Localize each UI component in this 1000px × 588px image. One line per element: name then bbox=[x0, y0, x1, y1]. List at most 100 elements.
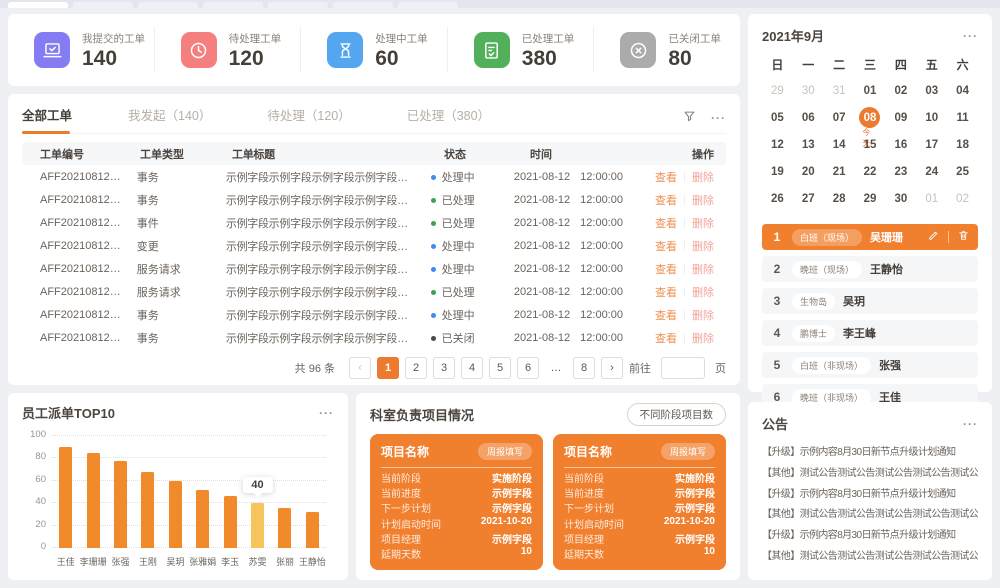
next-page-button[interactable]: › bbox=[601, 357, 623, 379]
filter-icon[interactable] bbox=[682, 109, 697, 127]
calendar-day[interactable]: 24 bbox=[916, 158, 947, 185]
calendar-day[interactable]: 16 bbox=[885, 131, 916, 158]
prev-page-button[interactable]: ‹ bbox=[349, 357, 371, 379]
goto-page-input[interactable] bbox=[661, 357, 705, 379]
calendar-day[interactable]: 06 bbox=[793, 104, 824, 131]
table-row[interactable]: AFF202108120001变更示例字段示例字段示例字段示例字段示例字段处理中… bbox=[22, 234, 726, 257]
stage-count-button[interactable]: 不同阶段项目数 bbox=[627, 403, 727, 426]
table-row[interactable]: AFF202108120001事务示例字段示例字段示例字段示例字段示例字段处理中… bbox=[22, 303, 726, 326]
stat-card[interactable]: 处理中工单60 bbox=[300, 27, 447, 73]
view-link[interactable]: 查看 bbox=[655, 218, 677, 230]
bar-张雅娟[interactable] bbox=[196, 490, 209, 548]
weekly-report-badge[interactable]: 周报填写 bbox=[478, 443, 532, 460]
orders-tab-2[interactable]: 待处理（120） bbox=[267, 102, 350, 134]
bar-苏雯[interactable] bbox=[251, 503, 264, 548]
more-icon[interactable]: ··· bbox=[963, 418, 978, 430]
announcement-item[interactable]: 【升级】示例内容8月30日新节点升级计划通知 bbox=[762, 526, 978, 541]
view-link[interactable]: 查看 bbox=[655, 287, 677, 299]
calendar-day[interactable]: 04 bbox=[947, 77, 978, 104]
table-row[interactable]: AFF202108120001事务示例字段示例字段示例字段示例字段示例字段处理中… bbox=[22, 165, 726, 188]
calendar-day[interactable]: 12 bbox=[762, 131, 793, 158]
calendar-day[interactable]: 23 bbox=[885, 158, 916, 185]
calendar-day[interactable]: 26 bbox=[762, 185, 793, 212]
calendar-day[interactable]: 01 bbox=[855, 77, 886, 104]
calendar-day[interactable]: 29 bbox=[762, 77, 793, 104]
calendar-day[interactable]: 15 bbox=[855, 131, 886, 158]
shift-row[interactable]: 2晚班（现场）王静怡 bbox=[762, 256, 978, 282]
trash-icon[interactable] bbox=[957, 229, 970, 245]
edit-icon[interactable] bbox=[927, 229, 940, 245]
calendar-day[interactable]: 17 bbox=[916, 131, 947, 158]
view-link[interactable]: 查看 bbox=[655, 241, 677, 253]
calendar-day[interactable]: 02 bbox=[947, 185, 978, 212]
project-card[interactable]: 项目名称周报填写当前阶段实施阶段当前进度示例字段下一步计划示例字段计划启动时间2… bbox=[553, 434, 726, 570]
delete-link[interactable]: 删除 bbox=[692, 195, 714, 207]
bar-王静怡[interactable] bbox=[306, 512, 319, 548]
delete-link[interactable]: 删除 bbox=[692, 333, 714, 345]
table-row[interactable]: AFF202108120001事务示例字段示例字段示例字段示例字段示例字段已关闭… bbox=[22, 326, 726, 349]
view-link[interactable]: 查看 bbox=[655, 195, 677, 207]
calendar-day[interactable]: 30 bbox=[793, 77, 824, 104]
table-row[interactable]: AFF202108120001服务请求示例字段示例字段示例字段示例字段示例字段已… bbox=[22, 280, 726, 303]
calendar-day[interactable]: 22 bbox=[855, 158, 886, 185]
more-icon[interactable]: ··· bbox=[319, 407, 334, 419]
announcement-item[interactable]: 【其他】测试公告测试公告测试公告测试公告测试公告 bbox=[762, 505, 978, 520]
stat-card[interactable]: 我提交的工单140 bbox=[8, 27, 154, 73]
calendar-day[interactable]: 11 bbox=[947, 104, 978, 131]
bar-张丽[interactable] bbox=[278, 508, 291, 548]
view-link[interactable]: 查看 bbox=[655, 310, 677, 322]
shift-row[interactable]: 3生物岛吴玥 bbox=[762, 288, 978, 314]
delete-link[interactable]: 删除 bbox=[692, 241, 714, 253]
orders-tab-0[interactable]: 全部工单 bbox=[22, 102, 72, 134]
view-link[interactable]: 查看 bbox=[655, 333, 677, 345]
bar-张强[interactable] bbox=[114, 461, 127, 548]
calendar-day[interactable]: 07 bbox=[824, 104, 855, 131]
calendar-day[interactable]: 09 bbox=[885, 104, 916, 131]
calendar-day[interactable]: 19 bbox=[762, 158, 793, 185]
shift-row[interactable]: 5白班（非现场）张强 bbox=[762, 352, 978, 378]
bar-王刚[interactable] bbox=[141, 472, 154, 548]
page-button-4[interactable]: 4 bbox=[461, 357, 483, 379]
orders-tab-1[interactable]: 我发起（140） bbox=[128, 102, 211, 134]
table-row[interactable]: AFF202108120001事件示例字段示例字段示例字段示例字段示例字段已处理… bbox=[22, 211, 726, 234]
announcement-item[interactable]: 【升级】示例内容8月30日新节点升级计划通知 bbox=[762, 443, 978, 458]
delete-link[interactable]: 删除 bbox=[692, 310, 714, 322]
stat-card[interactable]: 待处理工单120 bbox=[154, 27, 301, 73]
page-button-2[interactable]: 2 bbox=[405, 357, 427, 379]
calendar-day[interactable]: 14 bbox=[824, 131, 855, 158]
view-link[interactable]: 查看 bbox=[655, 172, 677, 184]
page-button-5[interactable]: 5 bbox=[489, 357, 511, 379]
table-row[interactable]: AFF202108120001服务请求示例字段示例字段示例字段示例字段示例字段处… bbox=[22, 257, 726, 280]
weekly-report-badge[interactable]: 周报填写 bbox=[661, 443, 715, 460]
page-button-6[interactable]: 6 bbox=[517, 357, 539, 379]
calendar-day[interactable]: 29 bbox=[855, 185, 886, 212]
orders-tab-3[interactable]: 已处理（380） bbox=[407, 102, 490, 134]
calendar-day[interactable]: 20 bbox=[793, 158, 824, 185]
calendar-day[interactable]: 18 bbox=[947, 131, 978, 158]
view-link[interactable]: 查看 bbox=[655, 264, 677, 276]
calendar-day[interactable]: 10 bbox=[916, 104, 947, 131]
announcement-item[interactable]: 【其他】测试公告测试公告测试公告测试公告测试公告 bbox=[762, 464, 978, 479]
page-button-1[interactable]: 1 bbox=[377, 357, 399, 379]
shift-row[interactable]: 1白班（现场）吴珊珊 bbox=[762, 224, 978, 250]
calendar-day[interactable]: 01 bbox=[916, 185, 947, 212]
delete-link[interactable]: 删除 bbox=[692, 218, 714, 230]
project-card[interactable]: 项目名称周报填写当前阶段实施阶段当前进度示例字段下一步计划示例字段计划启动时间2… bbox=[370, 434, 543, 570]
calendar-day[interactable]: 31 bbox=[824, 77, 855, 104]
calendar-day[interactable]: 13 bbox=[793, 131, 824, 158]
page-button-8[interactable]: 8 bbox=[573, 357, 595, 379]
bar-吴玥[interactable] bbox=[169, 481, 182, 548]
announcement-item[interactable]: 【其他】测试公告测试公告测试公告测试公告测试公告 bbox=[762, 547, 978, 562]
calendar-day[interactable]: 28 bbox=[824, 185, 855, 212]
stat-card[interactable]: 已处理工单380 bbox=[447, 27, 594, 73]
more-icon[interactable]: ··· bbox=[711, 112, 726, 124]
more-icon[interactable]: ··· bbox=[963, 30, 978, 42]
stat-card[interactable]: 已关闭工单80 bbox=[593, 27, 740, 73]
bar-李玉[interactable] bbox=[224, 496, 237, 548]
bar-李珊珊[interactable] bbox=[87, 453, 100, 548]
page-button-3[interactable]: 3 bbox=[433, 357, 455, 379]
calendar-day[interactable]: 02 bbox=[885, 77, 916, 104]
delete-link[interactable]: 删除 bbox=[692, 264, 714, 276]
calendar-day[interactable]: 03 bbox=[916, 77, 947, 104]
calendar-day-today[interactable]: 08今天 bbox=[855, 104, 886, 131]
